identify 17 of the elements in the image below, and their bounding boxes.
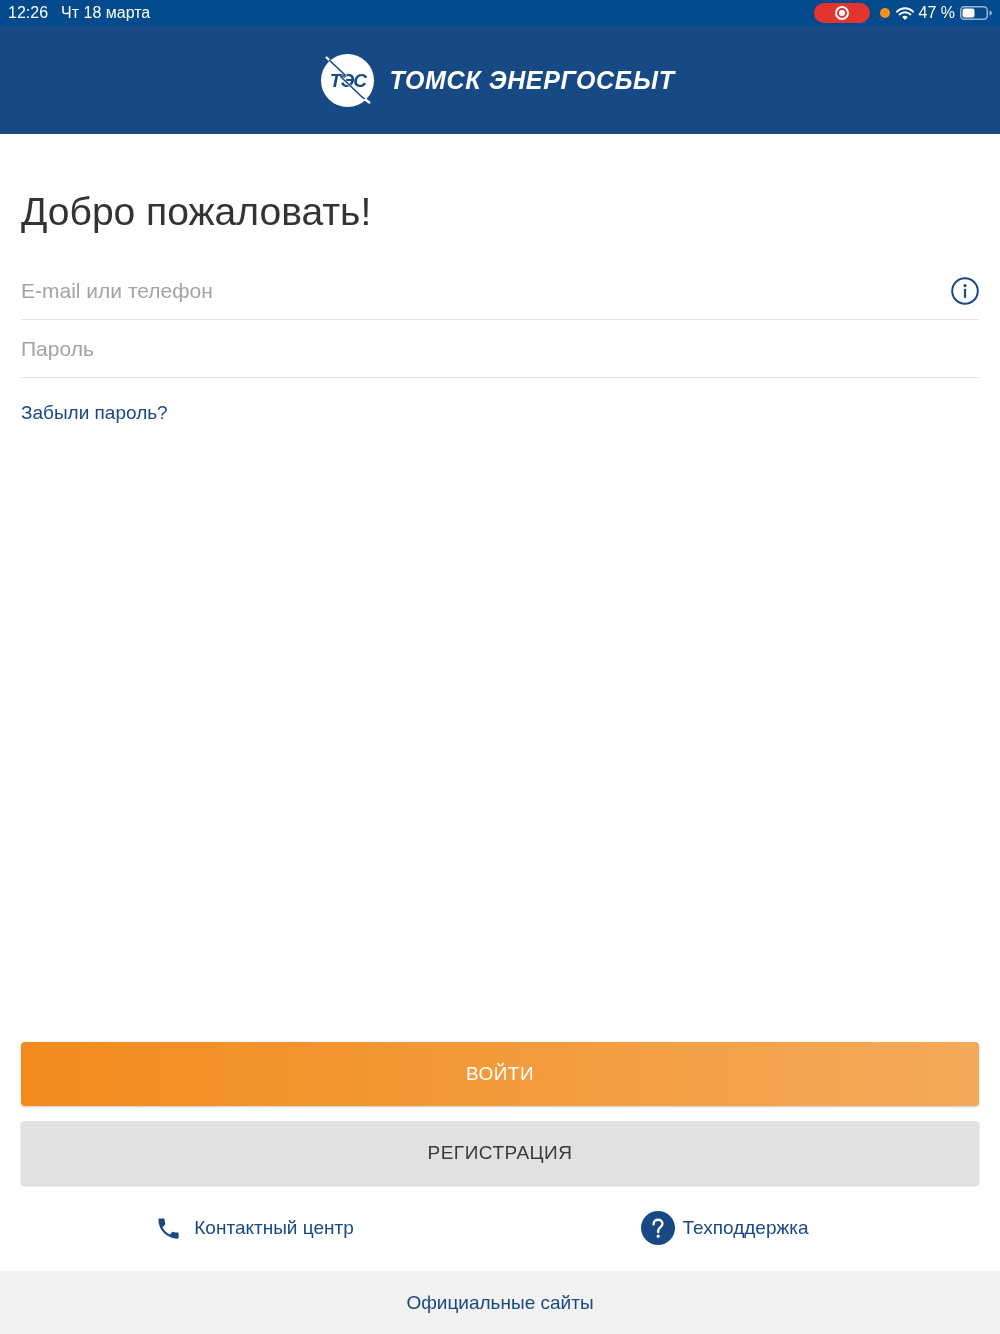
battery-percent: 47 % <box>918 4 955 22</box>
info-icon[interactable] <box>951 276 979 305</box>
forgot-password-link[interactable]: Забыли пароль? <box>21 401 168 425</box>
official-sites-link[interactable]: Официальные сайты <box>406 1291 594 1314</box>
question-icon <box>640 1211 675 1245</box>
wifi-icon <box>895 6 914 20</box>
register-button[interactable]: РЕГИСТРАЦИЯ <box>21 1121 979 1185</box>
status-date: Чт 18 марта <box>61 4 151 22</box>
password-field[interactable]: Пароль <box>21 330 979 367</box>
battery-icon <box>960 6 992 20</box>
status-time: 12:26 <box>8 4 49 22</box>
brand-name: ТОМСК ЭНЕРГОСБЫТ <box>389 65 675 95</box>
contact-center-link[interactable]: Контактный центр <box>155 1214 354 1242</box>
support-link[interactable]: Техподдержка <box>640 1211 809 1245</box>
email-field[interactable]: E-mail или телефон <box>21 272 941 309</box>
welcome-title: Добро пожаловать! <box>21 189 373 235</box>
status-dot-icon <box>879 8 890 18</box>
